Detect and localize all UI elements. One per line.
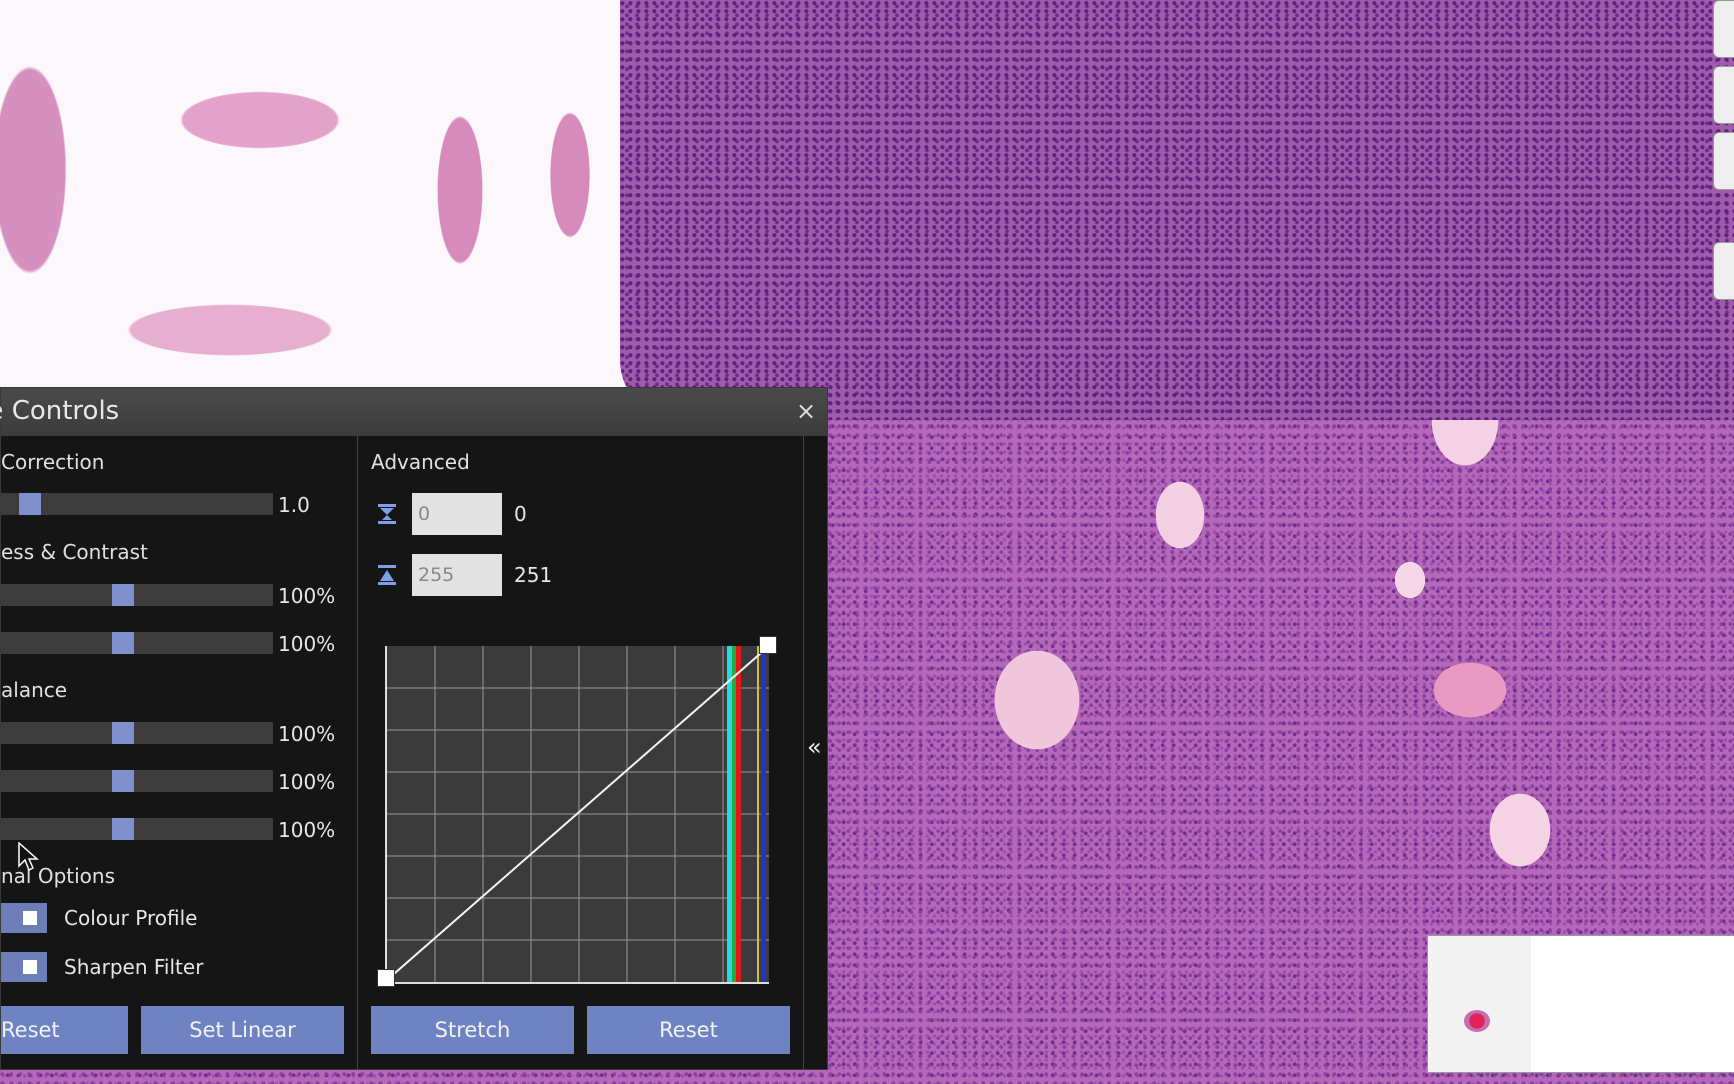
set-linear-button[interactable]: Set Linear	[141, 1006, 344, 1054]
white-point-icon	[376, 564, 398, 586]
advanced-controls: Advanced 0 251	[358, 436, 804, 1069]
black-point-icon	[376, 503, 398, 525]
histogram-red-peak	[736, 646, 741, 982]
viewer-toolbar	[1712, 0, 1734, 310]
image-controls-panel: age Controls × Correction 1.0 ess & Cont…	[0, 387, 828, 1070]
set-linear-button-label: Set Linear	[189, 1018, 296, 1042]
tool-button-3[interactable]	[1713, 132, 1734, 190]
collapse-panel-button[interactable]: «	[807, 733, 822, 761]
black-point-input[interactable]	[412, 493, 502, 535]
panel-titlebar[interactable]: age Controls ×	[0, 388, 827, 436]
brightness-value: 100%	[278, 584, 336, 608]
tool-button-4[interactable]	[1713, 242, 1734, 300]
contrast-slider-thumb[interactable]	[112, 632, 134, 654]
overview-location-marker[interactable]	[1464, 1010, 1490, 1032]
gamma-slider-thumb[interactable]	[19, 493, 41, 515]
advanced-reset-button-label: Reset	[659, 1018, 718, 1042]
tool-button-1[interactable]	[1713, 0, 1734, 58]
reset-button-label: Reset	[1, 1018, 60, 1042]
green-balance-value: 100%	[278, 770, 336, 794]
histogram-green-peak	[732, 646, 736, 982]
colour-profile-label: Colour Profile	[64, 906, 198, 930]
histogram-cyan-peak	[727, 646, 732, 982]
stretch-button[interactable]: Stretch	[371, 1006, 574, 1054]
red-balance-value: 100%	[278, 722, 336, 746]
overview-navigator[interactable]	[1427, 935, 1734, 1073]
panel-title: age Controls	[0, 396, 120, 426]
brightness-contrast-label: ess & Contrast	[1, 540, 148, 564]
white-point-value: 251	[514, 563, 553, 587]
tool-button-2[interactable]	[1713, 66, 1734, 124]
overview-thumbnail	[1428, 936, 1531, 1072]
slide-background-region	[0, 0, 640, 390]
white-point-input[interactable]	[412, 554, 502, 596]
contrast-slider[interactable]	[1, 632, 273, 654]
close-button[interactable]: ×	[793, 398, 819, 424]
red-balance-slider[interactable]	[1, 722, 273, 744]
black-point-value: 0	[514, 502, 527, 526]
gamma-value: 1.0	[278, 493, 310, 517]
gamma-slider[interactable]	[1, 493, 273, 515]
brightness-slider-thumb[interactable]	[112, 584, 134, 606]
mouse-cursor-icon	[18, 841, 40, 872]
stretch-button-label: Stretch	[434, 1018, 511, 1042]
tissue-region	[620, 0, 1734, 420]
gamma-label: Correction	[1, 450, 105, 474]
panel-edge	[803, 436, 804, 1069]
green-balance-slider-thumb[interactable]	[112, 770, 134, 792]
sharpen-filter-label: Sharpen Filter	[64, 955, 204, 979]
histogram-blue-peak	[761, 646, 766, 982]
black-point-handle[interactable]	[377, 969, 395, 987]
basic-controls: Correction 1.0 ess & Contrast 100% 100% …	[1, 436, 357, 1069]
white-point-handle[interactable]	[759, 636, 777, 654]
advanced-label: Advanced	[371, 450, 470, 474]
advanced-reset-button[interactable]: Reset	[587, 1006, 790, 1054]
histogram-yellow-line	[757, 646, 759, 982]
tone-curve-histogram[interactable]	[377, 636, 777, 987]
colour-profile-checkbox[interactable]	[1, 903, 47, 933]
colour-balance-label: alance	[1, 678, 68, 702]
blue-balance-slider[interactable]	[1, 818, 273, 840]
blue-balance-value: 100%	[278, 818, 336, 842]
brightness-slider[interactable]	[1, 584, 273, 606]
reset-button[interactable]: Reset	[1, 1006, 128, 1054]
red-balance-slider-thumb[interactable]	[112, 722, 134, 744]
tone-curve-line	[387, 646, 769, 981]
contrast-value: 100%	[278, 632, 336, 656]
blue-balance-slider-thumb[interactable]	[112, 818, 134, 840]
sharpen-filter-checkbox[interactable]	[1, 952, 47, 982]
green-balance-slider[interactable]	[1, 770, 273, 792]
